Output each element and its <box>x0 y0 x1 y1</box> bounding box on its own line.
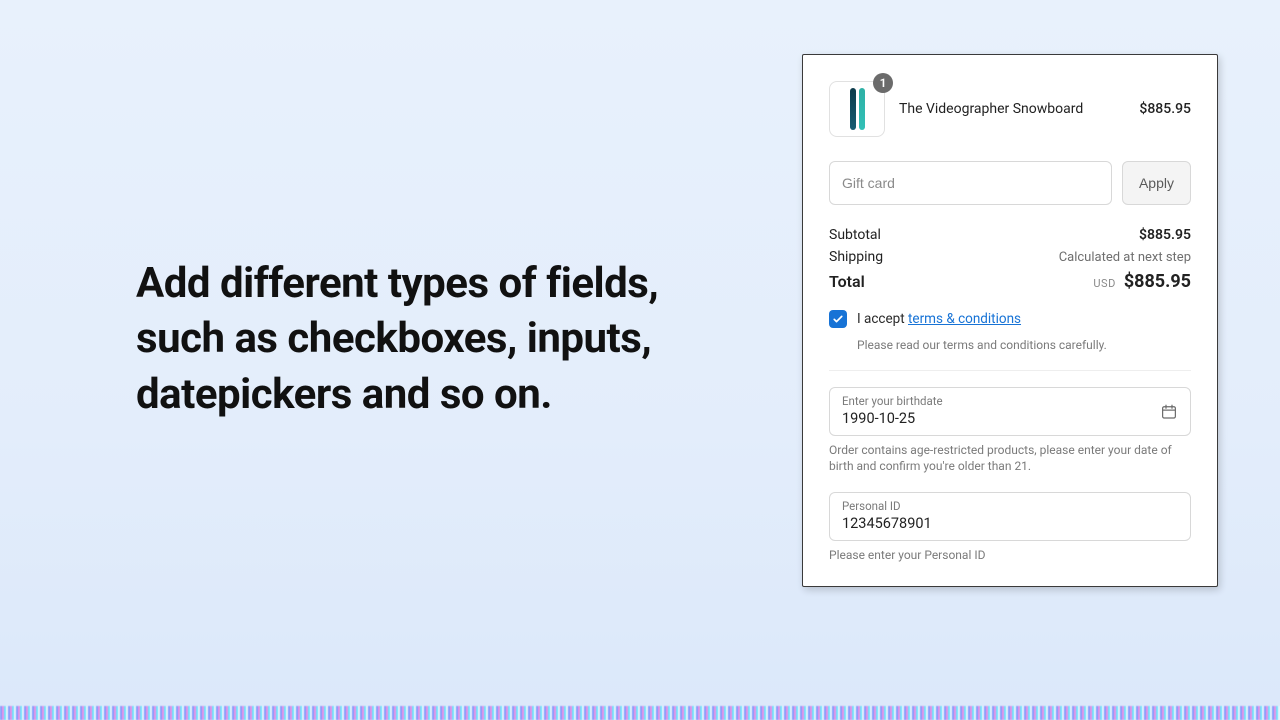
total-label: Total <box>829 272 865 291</box>
currency-code: USD <box>1093 277 1115 290</box>
personal-id-label: Personal ID <box>842 499 1178 513</box>
shipping-value: Calculated at next step <box>1059 250 1191 265</box>
terms-link[interactable]: terms & conditions <box>908 311 1021 327</box>
subtotal-label: Subtotal <box>829 227 881 243</box>
quantity-badge: 1 <box>873 73 893 93</box>
birthdate-label: Enter your birthdate <box>842 394 1178 408</box>
divider <box>829 370 1191 371</box>
product-thumbnail: 1 <box>829 81 885 137</box>
terms-checkbox[interactable] <box>829 310 847 328</box>
terms-hint: Please read our terms and conditions car… <box>857 338 1191 352</box>
apply-button[interactable]: Apply <box>1122 161 1191 205</box>
decorative-noise <box>0 706 1280 720</box>
product-name: The Videographer Snowboard <box>899 101 1125 117</box>
personal-id-help: Please enter your Personal ID <box>829 547 1191 563</box>
personal-id-field[interactable]: Personal ID 12345678901 <box>829 492 1191 541</box>
terms-text: I accept terms & conditions <box>857 311 1021 327</box>
marketing-headline: Add different types of fields, such as c… <box>136 256 736 422</box>
product-price: $885.95 <box>1139 101 1191 117</box>
line-item: 1 The Videographer Snowboard $885.95 <box>829 81 1191 137</box>
shipping-label: Shipping <box>829 249 883 265</box>
calendar-icon <box>1160 403 1178 421</box>
checkout-summary-panel: 1 The Videographer Snowboard $885.95 App… <box>802 54 1218 587</box>
subtotal-value: $885.95 <box>1139 227 1191 243</box>
gift-card-input[interactable] <box>829 161 1112 205</box>
check-icon <box>832 313 844 325</box>
birthdate-help: Order contains age-restricted products, … <box>829 442 1191 474</box>
personal-id-value: 12345678901 <box>842 515 1178 532</box>
total-value: $885.95 <box>1124 271 1191 292</box>
birthdate-value: 1990-10-25 <box>842 410 1178 427</box>
birthdate-field[interactable]: Enter your birthdate 1990-10-25 <box>829 387 1191 436</box>
